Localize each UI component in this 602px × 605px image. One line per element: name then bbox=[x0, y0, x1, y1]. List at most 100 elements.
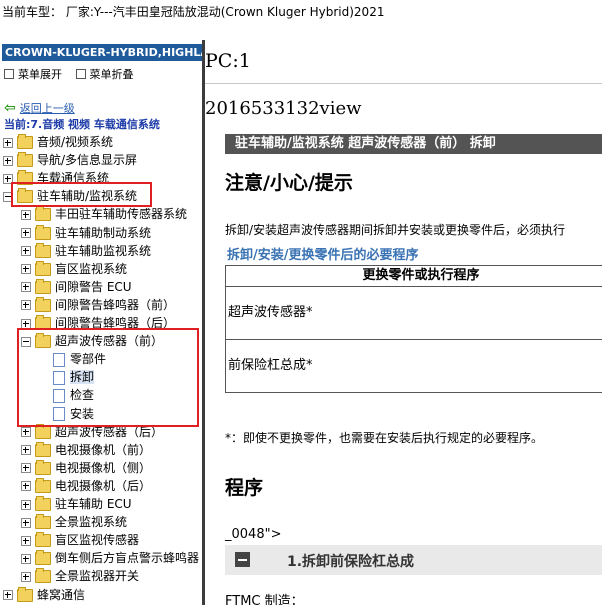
tree-item[interactable]: 驻车辅助 ECU bbox=[21, 496, 132, 513]
highlight-box-ultrasonic-front bbox=[17, 328, 199, 427]
expand-icon[interactable] bbox=[3, 155, 13, 166]
expand-menu-label: 菜单展开 bbox=[18, 68, 62, 81]
collapse-menu-button[interactable]: 菜单折叠 bbox=[75, 68, 134, 81]
folder-icon bbox=[35, 224, 51, 240]
table-row: 前保险杠总成* bbox=[226, 340, 602, 393]
expand-menu-button[interactable]: 菜单展开 bbox=[4, 68, 62, 81]
tree-item-label: 间隙警告 ECU bbox=[55, 279, 132, 294]
expand-icon[interactable] bbox=[21, 282, 31, 293]
highlight-box-parking-assist bbox=[11, 182, 152, 207]
expand-icon[interactable] bbox=[21, 481, 31, 492]
expand-icon[interactable] bbox=[21, 246, 31, 257]
notice-heading: 注意/小心/提示 bbox=[225, 172, 353, 194]
folder-icon bbox=[35, 496, 51, 511]
folder-icon bbox=[35, 441, 51, 457]
tree-item-label: 驻车辅助 ECU bbox=[55, 497, 132, 511]
expand-icon[interactable] bbox=[21, 209, 31, 220]
collapse-menu-label: 菜单折叠 bbox=[89, 68, 134, 81]
tree-item-label: 导航/多信息显示屏 bbox=[37, 153, 138, 168]
folder-icon bbox=[17, 152, 33, 168]
content-pane: PC:1 2016533132view 驻车辅助/监视系统 超声波传感器（前） … bbox=[205, 40, 602, 605]
folder-icon bbox=[17, 134, 33, 149]
tree-item[interactable]: 电视摄像机（前） bbox=[21, 441, 152, 459]
folder-icon bbox=[17, 586, 33, 602]
expand-icon[interactable] bbox=[21, 318, 31, 329]
section-title-bar: 驻车辅助/监视系统 超声波传感器（前） 拆卸 bbox=[225, 134, 602, 154]
tree-item-label: 电视摄像机（后） bbox=[55, 478, 152, 493]
tree-item-label: 驻车辅助制动系统 bbox=[55, 225, 152, 240]
folder-icon bbox=[35, 550, 51, 566]
folder-icon bbox=[35, 532, 51, 548]
collapse-step-icon[interactable] bbox=[235, 552, 250, 567]
square-icon bbox=[4, 69, 14, 79]
table-note: *：即使不更换零件，也需要在安装后执行规定的必要程序。 bbox=[225, 431, 544, 445]
folder-icon bbox=[35, 568, 51, 584]
required-procedure-subheading: 拆卸/安装/更换零件后的必要程序 bbox=[227, 248, 419, 263]
expand-icon[interactable] bbox=[3, 590, 13, 600]
table-header: 更换零件或执行程序 bbox=[226, 266, 602, 287]
menu-controls: 菜单展开 菜单折叠 bbox=[4, 66, 144, 82]
navigation-pane: CROWN-KLUGER-HYBRID,HIGHLAN 菜单展开 菜单折叠 ⇦ 返… bbox=[0, 40, 202, 605]
tree-item-label: 盲区监视传感器 bbox=[55, 533, 140, 548]
tree-item[interactable]: 驻车辅助监视系统 bbox=[21, 242, 152, 260]
window-title: 当前车型： 厂家:Y---汽丰田皇冠陆放混动(Crown Kluger Hybr… bbox=[0, 0, 602, 24]
tree-item[interactable]: 间隙警告 ECU bbox=[21, 278, 132, 296]
tree-item[interactable]: 音频/视频系统 bbox=[3, 134, 113, 151]
expand-icon[interactable] bbox=[21, 264, 31, 275]
current-path: 当前:7.音频 视频 车载通信系统 bbox=[4, 118, 160, 131]
tree-item-label: 间隙警告蜂鸣器（前） bbox=[55, 297, 176, 312]
expand-icon[interactable] bbox=[21, 300, 31, 311]
back-link[interactable]: 返回上一级 bbox=[20, 102, 75, 115]
tree-item[interactable]: 间隙警告蜂鸣器（前） bbox=[21, 296, 176, 314]
tree-item-label: 驻车辅助监视系统 bbox=[55, 243, 152, 258]
tree-item[interactable]: 电视摄像机（后） bbox=[21, 477, 152, 495]
table-row: 超声波传感器* bbox=[226, 287, 602, 340]
tree-item[interactable]: 盲区监视系统 bbox=[21, 260, 128, 278]
folder-icon bbox=[35, 477, 51, 493]
code-fragment: _0048"> bbox=[225, 527, 282, 542]
tree-item-label: 电视摄像机（前） bbox=[55, 442, 152, 457]
expand-icon[interactable] bbox=[21, 427, 31, 438]
folder-icon bbox=[35, 514, 51, 530]
folder-icon bbox=[35, 423, 51, 439]
tree-item-label: 电视摄像机（侧） bbox=[55, 460, 152, 475]
tree-item[interactable]: 全景监视系统 bbox=[21, 514, 127, 531]
tree-item[interactable]: 丰田驻车辅助传感器系统 bbox=[21, 206, 187, 223]
expand-icon[interactable] bbox=[21, 553, 31, 564]
expand-icon[interactable] bbox=[21, 535, 31, 546]
step-title: 1.拆卸前保险杠总成 bbox=[287, 554, 415, 570]
tree-item-label: 盲区监视系统 bbox=[55, 261, 128, 276]
tree-item[interactable]: 倒车侧后方盲点警示蜂鸣器 bbox=[21, 550, 199, 567]
model-header: CROWN-KLUGER-HYBRID,HIGHLAN bbox=[2, 44, 202, 61]
folder-icon bbox=[35, 296, 51, 312]
tree-item[interactable]: 电视摄像机（侧） bbox=[21, 459, 152, 477]
expand-icon[interactable] bbox=[21, 517, 31, 528]
folder-icon bbox=[35, 242, 51, 258]
tree-item-label: 丰田驻车辅助传感器系统 bbox=[55, 207, 188, 222]
expand-icon[interactable] bbox=[21, 499, 31, 510]
procedure-heading: 程序 bbox=[225, 477, 264, 499]
ftmc-label: FTMC 制造： bbox=[225, 594, 304, 605]
tree-item-label: 倒车侧后方盲点警示蜂鸣器 bbox=[55, 551, 200, 566]
expand-icon[interactable] bbox=[21, 463, 31, 474]
tree-item-label: 音频/视频系统 bbox=[37, 135, 114, 149]
tree-item-label: 全景监视器开关 bbox=[55, 569, 140, 584]
tree-item[interactable]: 全景监视器开关 bbox=[21, 568, 139, 585]
expand-icon[interactable] bbox=[21, 228, 31, 238]
folder-icon bbox=[35, 260, 51, 276]
divider bbox=[205, 83, 602, 84]
tree-item[interactable]: 导航/多信息显示屏 bbox=[3, 152, 137, 169]
folder-icon bbox=[35, 459, 51, 475]
tree-item[interactable]: 蜂窝通信 bbox=[3, 586, 86, 604]
procedure-table: 更换零件或执行程序 超声波传感器* 前保险杠总成* bbox=[225, 265, 602, 393]
tree-item-label: 蜂窝通信 bbox=[37, 587, 86, 602]
view-id: 2016533132view bbox=[205, 98, 362, 119]
folder-icon bbox=[35, 278, 51, 294]
expand-icon[interactable] bbox=[3, 137, 13, 148]
pc-label: PC:1 bbox=[205, 50, 251, 72]
expand-icon[interactable] bbox=[21, 445, 31, 456]
expand-icon[interactable] bbox=[21, 571, 31, 582]
tree-item[interactable]: 盲区监视传感器 bbox=[21, 532, 139, 549]
back-arrow-icon[interactable]: ⇦ bbox=[4, 100, 16, 116]
tree-item[interactable]: 驻车辅助制动系统 bbox=[21, 224, 152, 242]
